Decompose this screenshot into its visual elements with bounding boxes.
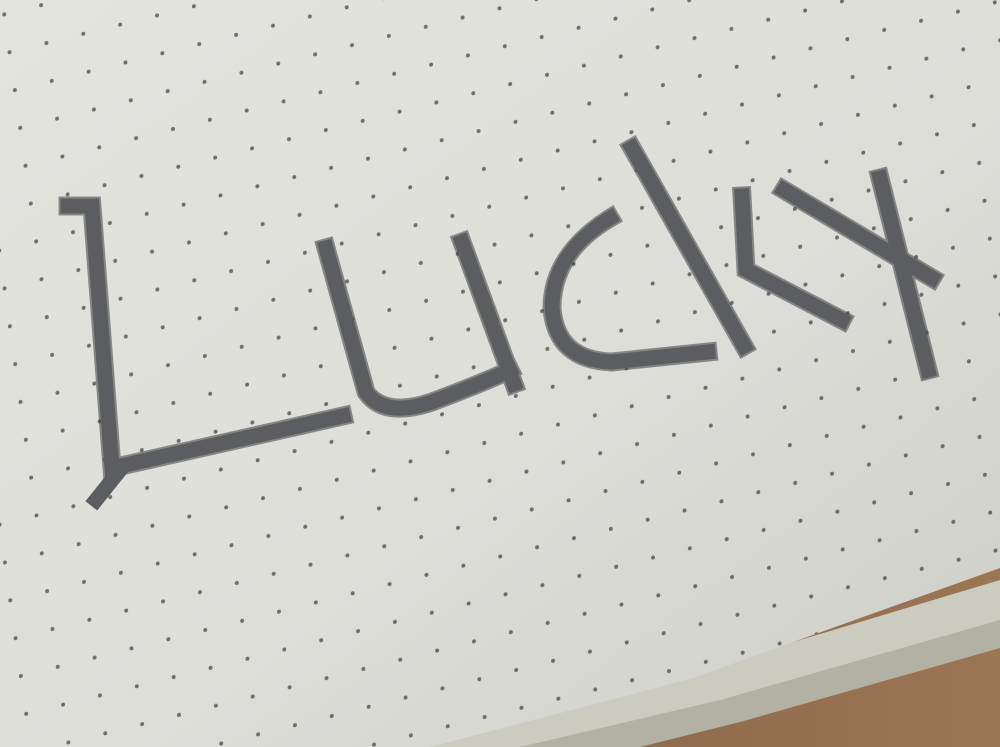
photo-scene	[0, 0, 1000, 747]
lighting-vignette	[0, 0, 1000, 747]
photo-canvas	[0, 0, 1000, 747]
